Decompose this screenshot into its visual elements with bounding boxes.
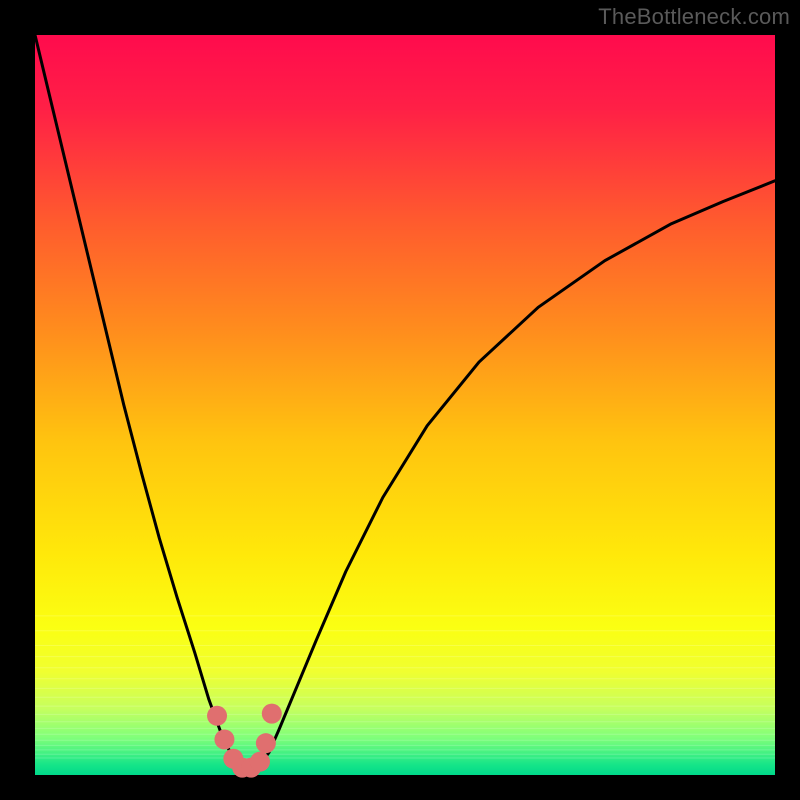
chart-frame: { "watermark": "TheBottleneck.com", "cha… <box>0 0 800 800</box>
plot-background <box>35 35 775 775</box>
bottleneck-chart <box>0 0 800 800</box>
watermark-text: TheBottleneck.com <box>598 4 790 30</box>
